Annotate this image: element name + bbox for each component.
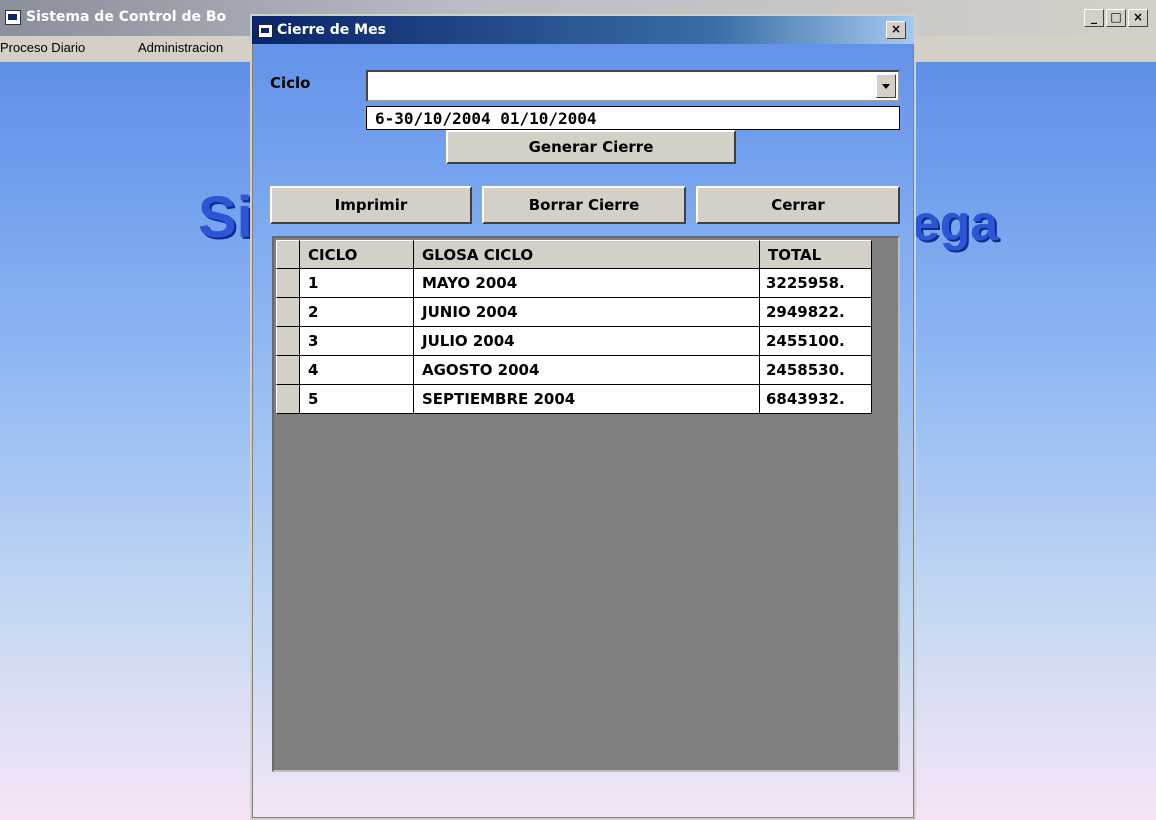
cell-glosa-ciclo[interactable]: MAYO 2004 (414, 269, 760, 298)
ciclo-label: Ciclo (270, 74, 311, 92)
ciclo-combobox[interactable] (366, 70, 900, 102)
cierres-grid[interactable]: CICLO GLOSA CICLO TOTAL 1 MAYO 2004 3225… (272, 236, 900, 772)
menu-administracion[interactable]: Administracion (138, 40, 223, 55)
ciclo-dropdown-list[interactable]: 6-30/10/2004 01/10/2004 (366, 106, 900, 130)
chevron-down-icon[interactable] (876, 74, 896, 98)
generar-cierre-button[interactable]: Generar Cierre (446, 130, 736, 164)
dialog-close-button[interactable]: × (886, 21, 906, 39)
cell-glosa-ciclo[interactable]: JULIO 2004 (414, 327, 760, 356)
cell-total[interactable]: 2949822. (760, 298, 872, 327)
dialog-title: Cierre de Mes (277, 22, 386, 38)
table-row[interactable]: 2 JUNIO 2004 2949822. (276, 298, 872, 327)
cell-total[interactable]: 2455100. (760, 327, 872, 356)
row-selector[interactable] (276, 385, 300, 414)
cell-total[interactable]: 2458530. (760, 356, 872, 385)
app-window-icon[interactable] (5, 10, 21, 25)
banner-title-right: ega (912, 195, 999, 251)
grid-header-row: CICLO GLOSA CICLO TOTAL (276, 240, 872, 269)
table-row[interactable]: 4 AGOSTO 2004 2458530. (276, 356, 872, 385)
row-selector[interactable] (276, 269, 300, 298)
cell-glosa-ciclo[interactable]: AGOSTO 2004 (414, 356, 760, 385)
cell-ciclo[interactable]: 1 (300, 269, 414, 298)
column-header-total[interactable]: TOTAL (760, 240, 872, 269)
imprimir-button[interactable]: Imprimir (270, 186, 472, 224)
borrar-cierre-button[interactable]: Borrar Cierre (482, 186, 686, 224)
row-selector[interactable] (276, 327, 300, 356)
dialog-titlebar[interactable]: Cierre de Mes × (252, 16, 914, 44)
cell-total[interactable]: 3225958. (760, 269, 872, 298)
cell-total[interactable]: 6843932. (760, 385, 872, 414)
cierre-de-mes-dialog: Cierre de Mes × Ciclo 6-30/10/2004 01/10… (250, 14, 916, 820)
cell-ciclo[interactable]: 2 (300, 298, 414, 327)
menu-proceso-diario[interactable]: Proceso Diario (0, 40, 85, 55)
cell-glosa-ciclo[interactable]: SEPTIEMBRE 2004 (414, 385, 760, 414)
close-button[interactable]: × (1128, 9, 1148, 27)
row-selector[interactable] (276, 356, 300, 385)
app-title: Sistema de Control de Bo (26, 9, 227, 25)
cell-ciclo[interactable]: 3 (300, 327, 414, 356)
column-header-ciclo[interactable]: CICLO (300, 240, 414, 269)
ciclo-option[interactable]: 6-30/10/2004 01/10/2004 (375, 109, 597, 128)
cell-ciclo[interactable]: 4 (300, 356, 414, 385)
row-selector[interactable] (276, 298, 300, 327)
maximize-button[interactable]: □ (1106, 9, 1126, 27)
grid-corner-cell[interactable] (276, 240, 300, 269)
cell-glosa-ciclo[interactable]: JUNIO 2004 (414, 298, 760, 327)
minimize-button[interactable]: _ (1084, 9, 1104, 27)
cerrar-button[interactable]: Cerrar (696, 186, 900, 224)
table-row[interactable]: 3 JULIO 2004 2455100. (276, 327, 872, 356)
column-header-glosa-ciclo[interactable]: GLOSA CICLO (414, 240, 760, 269)
banner-title-left: Si (198, 185, 253, 250)
table-row[interactable]: 1 MAYO 2004 3225958. (276, 269, 872, 298)
table-row[interactable]: 5 SEPTIEMBRE 2004 6843932. (276, 385, 872, 414)
dialog-window-icon[interactable] (258, 24, 273, 38)
cell-ciclo[interactable]: 5 (300, 385, 414, 414)
